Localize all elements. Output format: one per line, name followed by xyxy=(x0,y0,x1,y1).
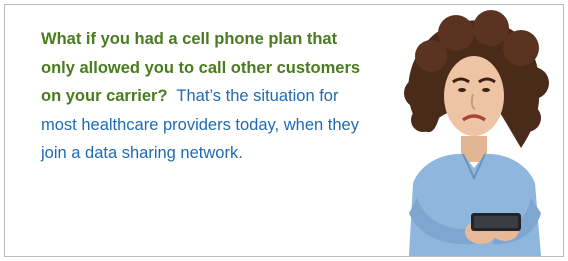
callout-text: What if you had a cell phone plan that o… xyxy=(41,25,371,168)
person-photo-icon xyxy=(404,10,549,256)
callout-card: What if you had a cell phone plan that o… xyxy=(4,4,564,257)
woman-with-phone-photo xyxy=(381,8,561,256)
